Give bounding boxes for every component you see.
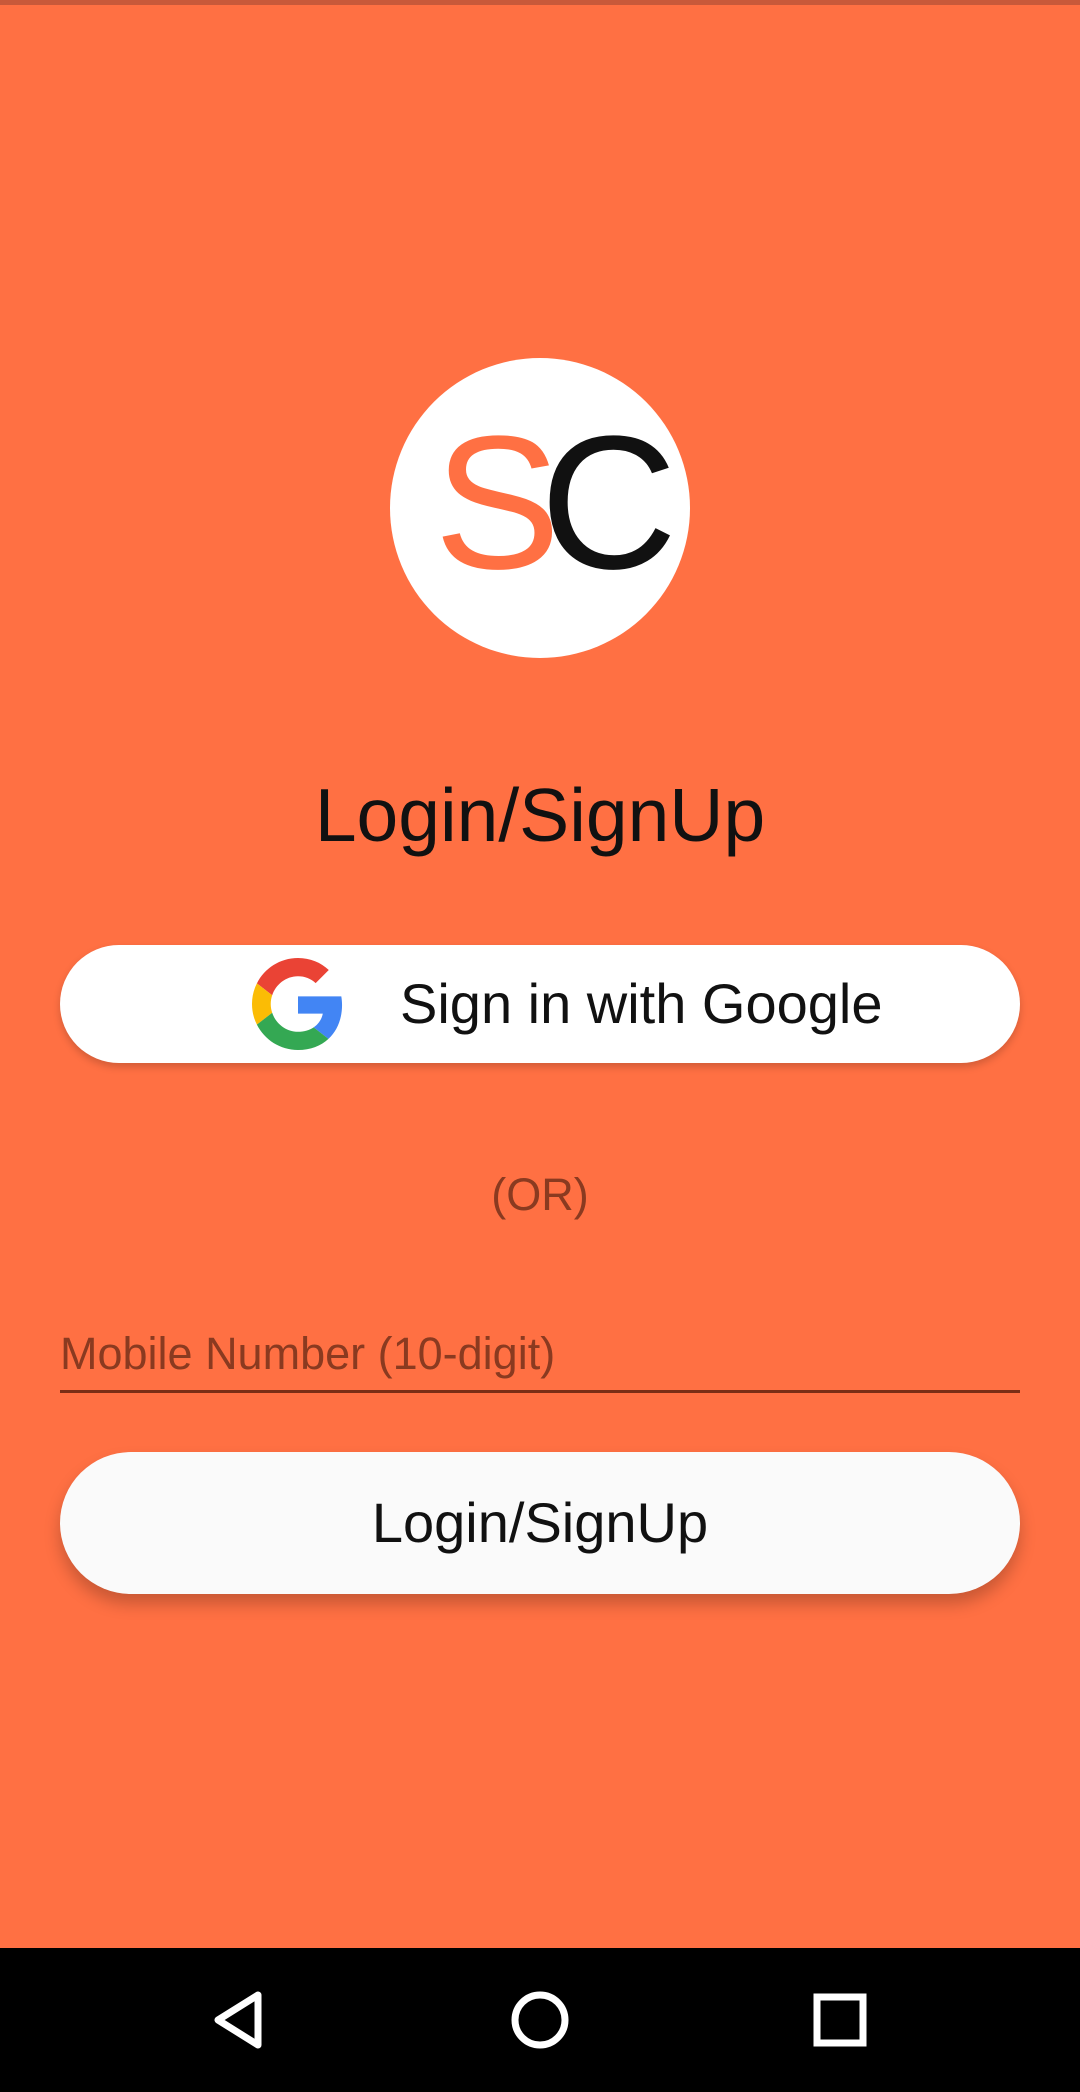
recents-button[interactable] <box>790 1970 890 2070</box>
login-screen: S C Login/SignUp Sign in with Google (OR… <box>0 0 1080 1948</box>
sc-logo-icon: S C <box>434 397 677 609</box>
mobile-number-input[interactable] <box>60 1318 1020 1393</box>
google-icon <box>252 958 343 1050</box>
navigation-bar <box>0 1948 1080 2092</box>
login-signup-button[interactable]: Login/SignUp <box>60 1452 1020 1594</box>
home-circle-icon <box>511 1991 569 2049</box>
status-bar-divider <box>0 0 1080 5</box>
app-logo: S C <box>390 358 690 658</box>
recents-square-icon <box>813 1993 867 2047</box>
back-button[interactable] <box>190 1970 290 2070</box>
logo-letter-c: C <box>540 397 677 609</box>
or-divider-text: (OR) <box>491 1169 589 1220</box>
google-sign-in-button[interactable]: Sign in with Google <box>60 945 1020 1063</box>
page-title: Login/SignUp <box>314 773 766 857</box>
back-triangle-icon <box>214 1991 262 2049</box>
home-button[interactable] <box>490 1970 590 2070</box>
google-button-label: Sign in with Google <box>400 972 883 1035</box>
